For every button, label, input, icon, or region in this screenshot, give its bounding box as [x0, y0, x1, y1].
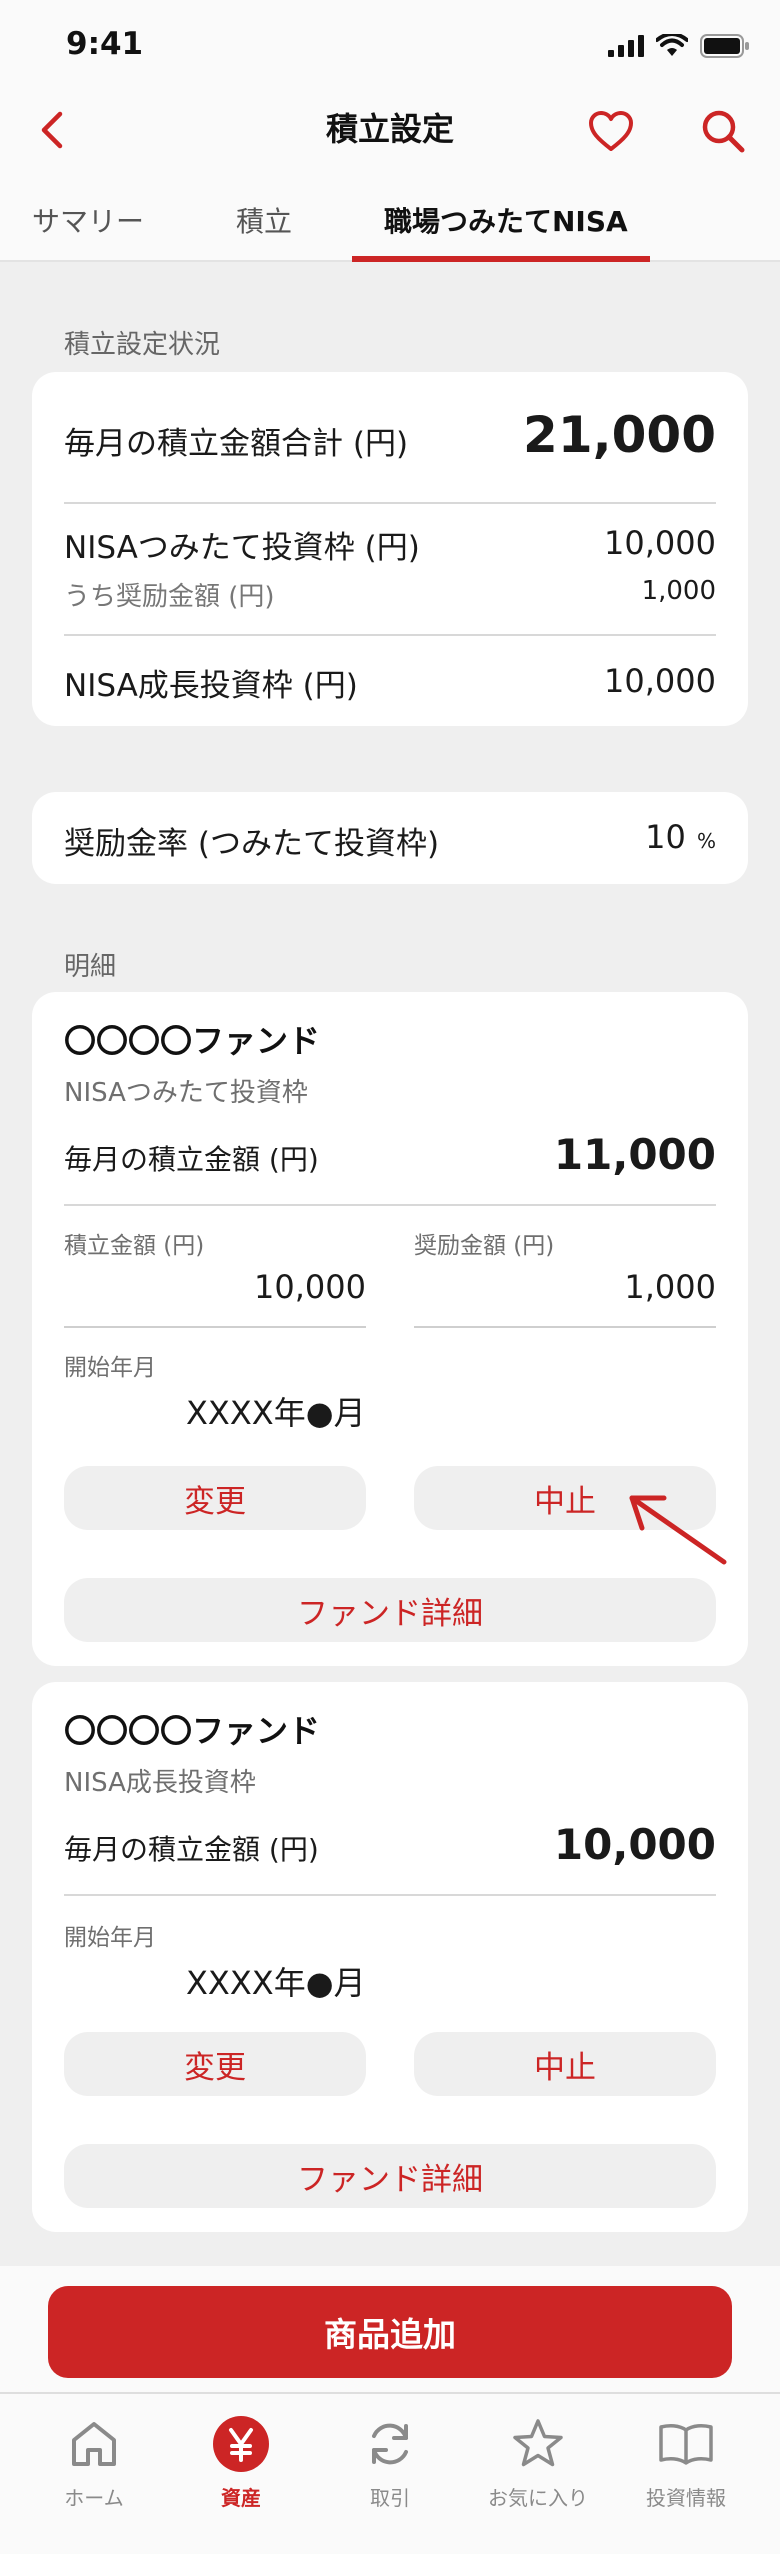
incentive-value: 1,000 — [641, 576, 716, 606]
signal-icon — [608, 35, 644, 57]
fund-card: 〇〇〇〇ファンド NISA成長投資枠 毎月の積立金額 (円) 10,000 開始… — [32, 1682, 748, 2232]
start-date-value: XXXX年●月 — [186, 1394, 366, 1432]
growth-value: 10,000 — [604, 662, 716, 700]
tabbar-label: 資産 — [221, 2486, 261, 2510]
tsumitate-label: NISAつみたて投資枠 (円) — [64, 530, 420, 566]
tabbar-item-favorites[interactable]: お気に入り — [460, 2414, 616, 2524]
page-title: 積立設定 — [325, 110, 454, 148]
incentive-rate-unit: % — [696, 829, 716, 853]
fund-name: 〇〇〇〇ファンド — [64, 1022, 321, 1060]
monthly-total-label: 毎月の積立金額合計 (円) — [64, 426, 409, 462]
annotation-arrow-icon — [629, 1495, 727, 1565]
stop-button[interactable]: 中止 — [414, 2032, 716, 2096]
fund-monthly-label: 毎月の積立金額 (円) — [64, 1143, 319, 1176]
start-date-label: 開始年月 — [64, 1355, 156, 1381]
tabbar-label: 取引 — [370, 2486, 410, 2510]
incentive-amount-label: 奨励金額 (円) — [414, 1233, 555, 1259]
change-button[interactable]: 変更 — [64, 2032, 366, 2096]
battery-icon — [700, 34, 749, 58]
search-icon — [702, 110, 745, 153]
tsumitate-value: 10,000 — [604, 524, 716, 562]
incentive-rate-label: 奨励金率 (つみたて投資枠) — [64, 826, 440, 862]
tabbar-label: ホーム — [64, 2486, 124, 2510]
status-bar: 9:41 — [0, 0, 780, 90]
search-button[interactable] — [692, 100, 754, 162]
wifi-icon — [656, 34, 688, 56]
fund-type: NISA成長投資枠 — [64, 1768, 256, 1798]
segment-tabs: サマリー 積立 職場つみたてNISA — [0, 186, 780, 262]
incentive-amount-field[interactable]: 1,000 — [414, 1268, 716, 1306]
change-button[interactable]: 変更 — [64, 1466, 366, 1530]
yen-icon — [211, 2414, 271, 2474]
add-product-button[interactable]: 商品追加 — [48, 2286, 732, 2378]
tab-bar: ホーム 資産 取引 お気に入り 投資情報 — [0, 2392, 780, 2554]
tab-summary[interactable]: サマリー — [32, 200, 144, 240]
fund-monthly-value: 11,000 — [553, 1130, 716, 1179]
tab-tsumitate[interactable]: 積立 — [236, 200, 292, 240]
contribution-field[interactable]: 10,000 — [64, 1268, 366, 1306]
fund-monthly-value: 10,000 — [553, 1820, 716, 1869]
navigation-bar: 積立設定 — [0, 90, 780, 170]
home-icon — [64, 2414, 124, 2474]
tabbar-item-home[interactable]: ホーム — [16, 2414, 172, 2524]
active-tab-indicator — [352, 256, 650, 262]
header: 9:41 積立設定 サマリー 積立 職場つみたてNISA — [0, 0, 780, 262]
tabbar-item-assets[interactable]: 資産 — [163, 2414, 319, 2524]
incentive-rate-value-group: 10 % — [645, 818, 716, 856]
book-icon — [656, 2414, 716, 2474]
status-time: 9:41 — [66, 26, 144, 62]
divider — [64, 1894, 716, 1896]
section-label-details: 明細 — [64, 952, 117, 982]
incentive-label: うち奨励金額 (円) — [64, 582, 275, 612]
start-date-value: XXXX年●月 — [186, 1964, 366, 2002]
tabbar-item-investment-info[interactable]: 投資情報 — [608, 2414, 764, 2524]
incentive-rate-card: 奨励金率 (つみたて投資枠) 10 % — [32, 792, 748, 884]
field-underline — [414, 1326, 716, 1328]
monthly-total-value: 21,000 — [523, 406, 716, 464]
bottom-area: 商品追加 ホーム 資産 取引 お気に入り 投資情報 — [0, 2266, 780, 2554]
fund-name: 〇〇〇〇ファンド — [64, 1712, 321, 1750]
fund-type: NISAつみたて投資枠 — [64, 1078, 308, 1108]
contribution-label: 積立金額 (円) — [64, 1233, 205, 1259]
divider — [64, 1204, 716, 1206]
section-label-status: 積立設定状況 — [64, 330, 221, 360]
start-date-label: 開始年月 — [64, 1925, 156, 1951]
fund-detail-button[interactable]: ファンド詳細 — [64, 1578, 716, 1642]
tabbar-item-trade[interactable]: 取引 — [312, 2414, 468, 2524]
field-underline — [64, 1326, 366, 1328]
growth-label: NISA成長投資枠 (円) — [64, 668, 358, 704]
refresh-icon — [360, 2414, 420, 2474]
heart-icon — [589, 111, 633, 151]
status-card: 毎月の積立金額合計 (円) 21,000 NISAつみたて投資枠 (円) 10,… — [32, 372, 748, 726]
fund-detail-button[interactable]: ファンド詳細 — [64, 2144, 716, 2208]
fund-monthly-label: 毎月の積立金額 (円) — [64, 1833, 319, 1866]
status-icons — [608, 28, 750, 64]
divider — [64, 634, 716, 636]
tabbar-label: 投資情報 — [646, 2486, 726, 2510]
tab-workplace-nisa[interactable]: 職場つみたてNISA — [384, 200, 628, 240]
incentive-rate-value: 10 — [645, 818, 686, 856]
divider — [64, 502, 716, 504]
favorite-button[interactable] — [580, 100, 642, 162]
tabbar-label: お気に入り — [488, 2486, 588, 2510]
star-icon — [508, 2414, 568, 2474]
